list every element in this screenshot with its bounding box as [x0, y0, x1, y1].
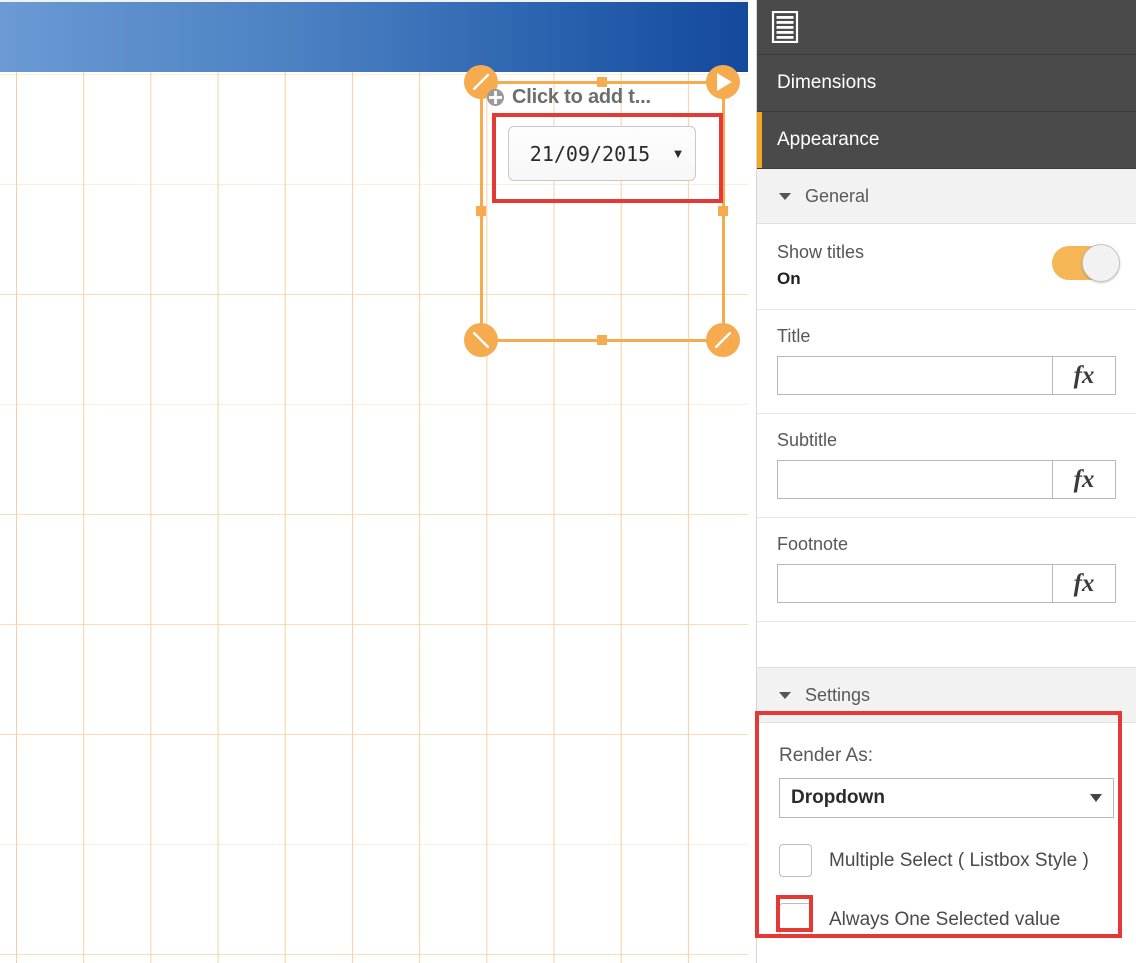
- resize-handle-bottom[interactable]: [597, 335, 607, 345]
- tab-dimensions-label: Dimensions: [777, 72, 877, 93]
- title-input-group: fx: [777, 356, 1116, 395]
- chevron-down-icon: [779, 192, 791, 200]
- resize-nwse-icon: [715, 332, 731, 348]
- section-header-settings[interactable]: Settings: [757, 668, 1136, 723]
- footnote-expression-button[interactable]: fx: [1052, 564, 1116, 603]
- list-properties-icon[interactable]: [771, 11, 799, 43]
- object-title-placeholder[interactable]: Click to add t...: [512, 86, 651, 109]
- always-one-selected-label: Always One Selected value: [829, 908, 1061, 930]
- panel-spacer: [757, 622, 1136, 668]
- show-titles-toggle[interactable]: [1052, 244, 1120, 282]
- subtitle-input-group: fx: [777, 460, 1116, 499]
- render-as-select[interactable]: Dropdown: [779, 778, 1114, 818]
- move-crosshair-icon[interactable]: [486, 88, 505, 107]
- show-titles-state: On: [777, 269, 801, 288]
- subtitle-field-row: Subtitle fx: [757, 414, 1136, 518]
- show-titles-label: Show titles: [777, 242, 865, 262]
- canvas-date-dropdown-value: 21/09/2015: [529, 141, 651, 166]
- resize-handle-top-right[interactable]: [706, 65, 740, 99]
- canvas-date-dropdown[interactable]: 21/09/2015 ▼: [508, 126, 696, 181]
- subtitle-input[interactable]: [777, 460, 1052, 499]
- chevron-down-icon[interactable]: ▼: [661, 147, 695, 160]
- always-one-selected-row: Always One Selected value: [779, 903, 1114, 936]
- always-one-selected-checkbox[interactable]: [779, 903, 812, 936]
- section-settings-label: Settings: [805, 684, 871, 705]
- properties-panel: Dimensions Appearance General Show title…: [756, 0, 1136, 963]
- object-title-row[interactable]: Click to add t...: [486, 86, 651, 109]
- multiple-select-label: Multiple Select ( Listbox Style ): [829, 849, 1089, 871]
- chevron-down-icon: [779, 691, 791, 699]
- tab-appearance-label: Appearance: [777, 129, 880, 150]
- app-root: Click to add t... 21/09/2015 ▼ Dimension…: [0, 0, 1136, 963]
- title-expression-button[interactable]: fx: [1052, 356, 1116, 395]
- footnote-field-row: Footnote fx: [757, 518, 1136, 622]
- tab-dimensions[interactable]: Dimensions: [757, 55, 1136, 112]
- render-as-label: Render As:: [779, 745, 873, 766]
- section-general-label: General: [805, 185, 870, 206]
- subtitle-field-label: Subtitle: [777, 430, 838, 450]
- multiple-select-row: Multiple Select ( Listbox Style ): [779, 844, 1114, 877]
- resize-handle-bottom-right[interactable]: [706, 323, 740, 357]
- resize-nesw-icon: [473, 332, 489, 348]
- title-input[interactable]: [777, 356, 1052, 395]
- footnote-input[interactable]: [777, 564, 1052, 603]
- footnote-field-label: Footnote: [777, 534, 849, 554]
- chevron-down-icon: [1090, 794, 1102, 802]
- resize-handle-left[interactable]: [476, 206, 486, 216]
- sheet-canvas[interactable]: Click to add t... 21/09/2015 ▼: [0, 0, 748, 963]
- resize-handle-bottom-left[interactable]: [464, 323, 498, 357]
- title-field-row: Title fx: [757, 310, 1136, 414]
- render-as-value: Dropdown: [791, 787, 885, 808]
- panel-toolbar: [757, 0, 1136, 55]
- resize-nesw-icon: [716, 73, 732, 91]
- section-header-general[interactable]: General: [757, 169, 1136, 224]
- footnote-input-group: fx: [777, 564, 1116, 603]
- tab-appearance[interactable]: Appearance: [757, 112, 1136, 169]
- resize-handle-right[interactable]: [718, 206, 728, 216]
- multiple-select-checkbox[interactable]: [779, 844, 812, 877]
- toggle-knob: [1082, 244, 1120, 282]
- settings-body: Render As: Dropdown Multiple Select ( Li…: [757, 723, 1136, 936]
- sheet-blue-header: [0, 2, 748, 72]
- selected-object-frame[interactable]: [464, 65, 740, 357]
- title-field-label: Title: [777, 326, 811, 346]
- subtitle-expression-button[interactable]: fx: [1052, 460, 1116, 499]
- show-titles-row: Show titles On: [757, 224, 1136, 310]
